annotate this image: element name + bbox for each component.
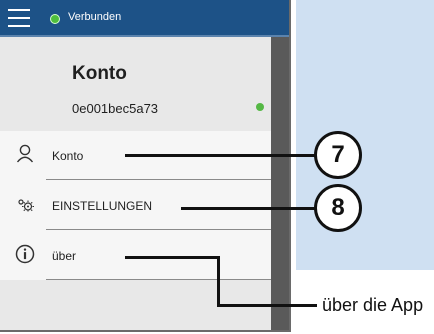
callout-7-badge: 7: [314, 131, 362, 179]
account-panel: Konto 0e001bec5a73: [0, 37, 270, 131]
connection-status-text: Verbunden: [68, 11, 122, 23]
user-icon: [16, 144, 34, 163]
callout-line-about-h1: [125, 256, 220, 259]
callout-8-badge: 8: [314, 184, 362, 232]
background-panel: [296, 0, 434, 270]
about-app-callout: über die App: [322, 295, 424, 315]
app-window: Verbunden Konto 0e001bec5a73 Konto EINST…: [0, 0, 291, 332]
device-id: 0e001bec5a73: [72, 101, 159, 116]
top-bar: Verbunden: [0, 0, 289, 37]
connection-status-icon: [50, 14, 60, 24]
account-title: Konto: [72, 63, 127, 84]
callout-line-about-h2: [217, 304, 317, 307]
settings-icon: [18, 199, 34, 212]
screenshot-stage: Verbunden Konto 0e001bec5a73 Konto EINST…: [0, 0, 434, 334]
menu-item-settings[interactable]: EINSTELLUNGEN: [0, 181, 271, 230]
status-indicator-icon: [256, 103, 264, 111]
menu-divider: [46, 179, 271, 180]
menu-item-label: über: [52, 249, 77, 263]
hamburger-menu-icon[interactable]: [8, 9, 30, 27]
menu-divider: [46, 229, 271, 230]
callout-line-7: [125, 154, 318, 157]
info-icon: [15, 244, 35, 264]
callout-line-about-v: [217, 256, 220, 307]
scrollbar[interactable]: [271, 37, 289, 330]
callout-line-8: [181, 207, 318, 210]
menu-item-label: EINSTELLUNGEN: [52, 199, 153, 213]
menu-item-label: Konto: [52, 149, 84, 163]
